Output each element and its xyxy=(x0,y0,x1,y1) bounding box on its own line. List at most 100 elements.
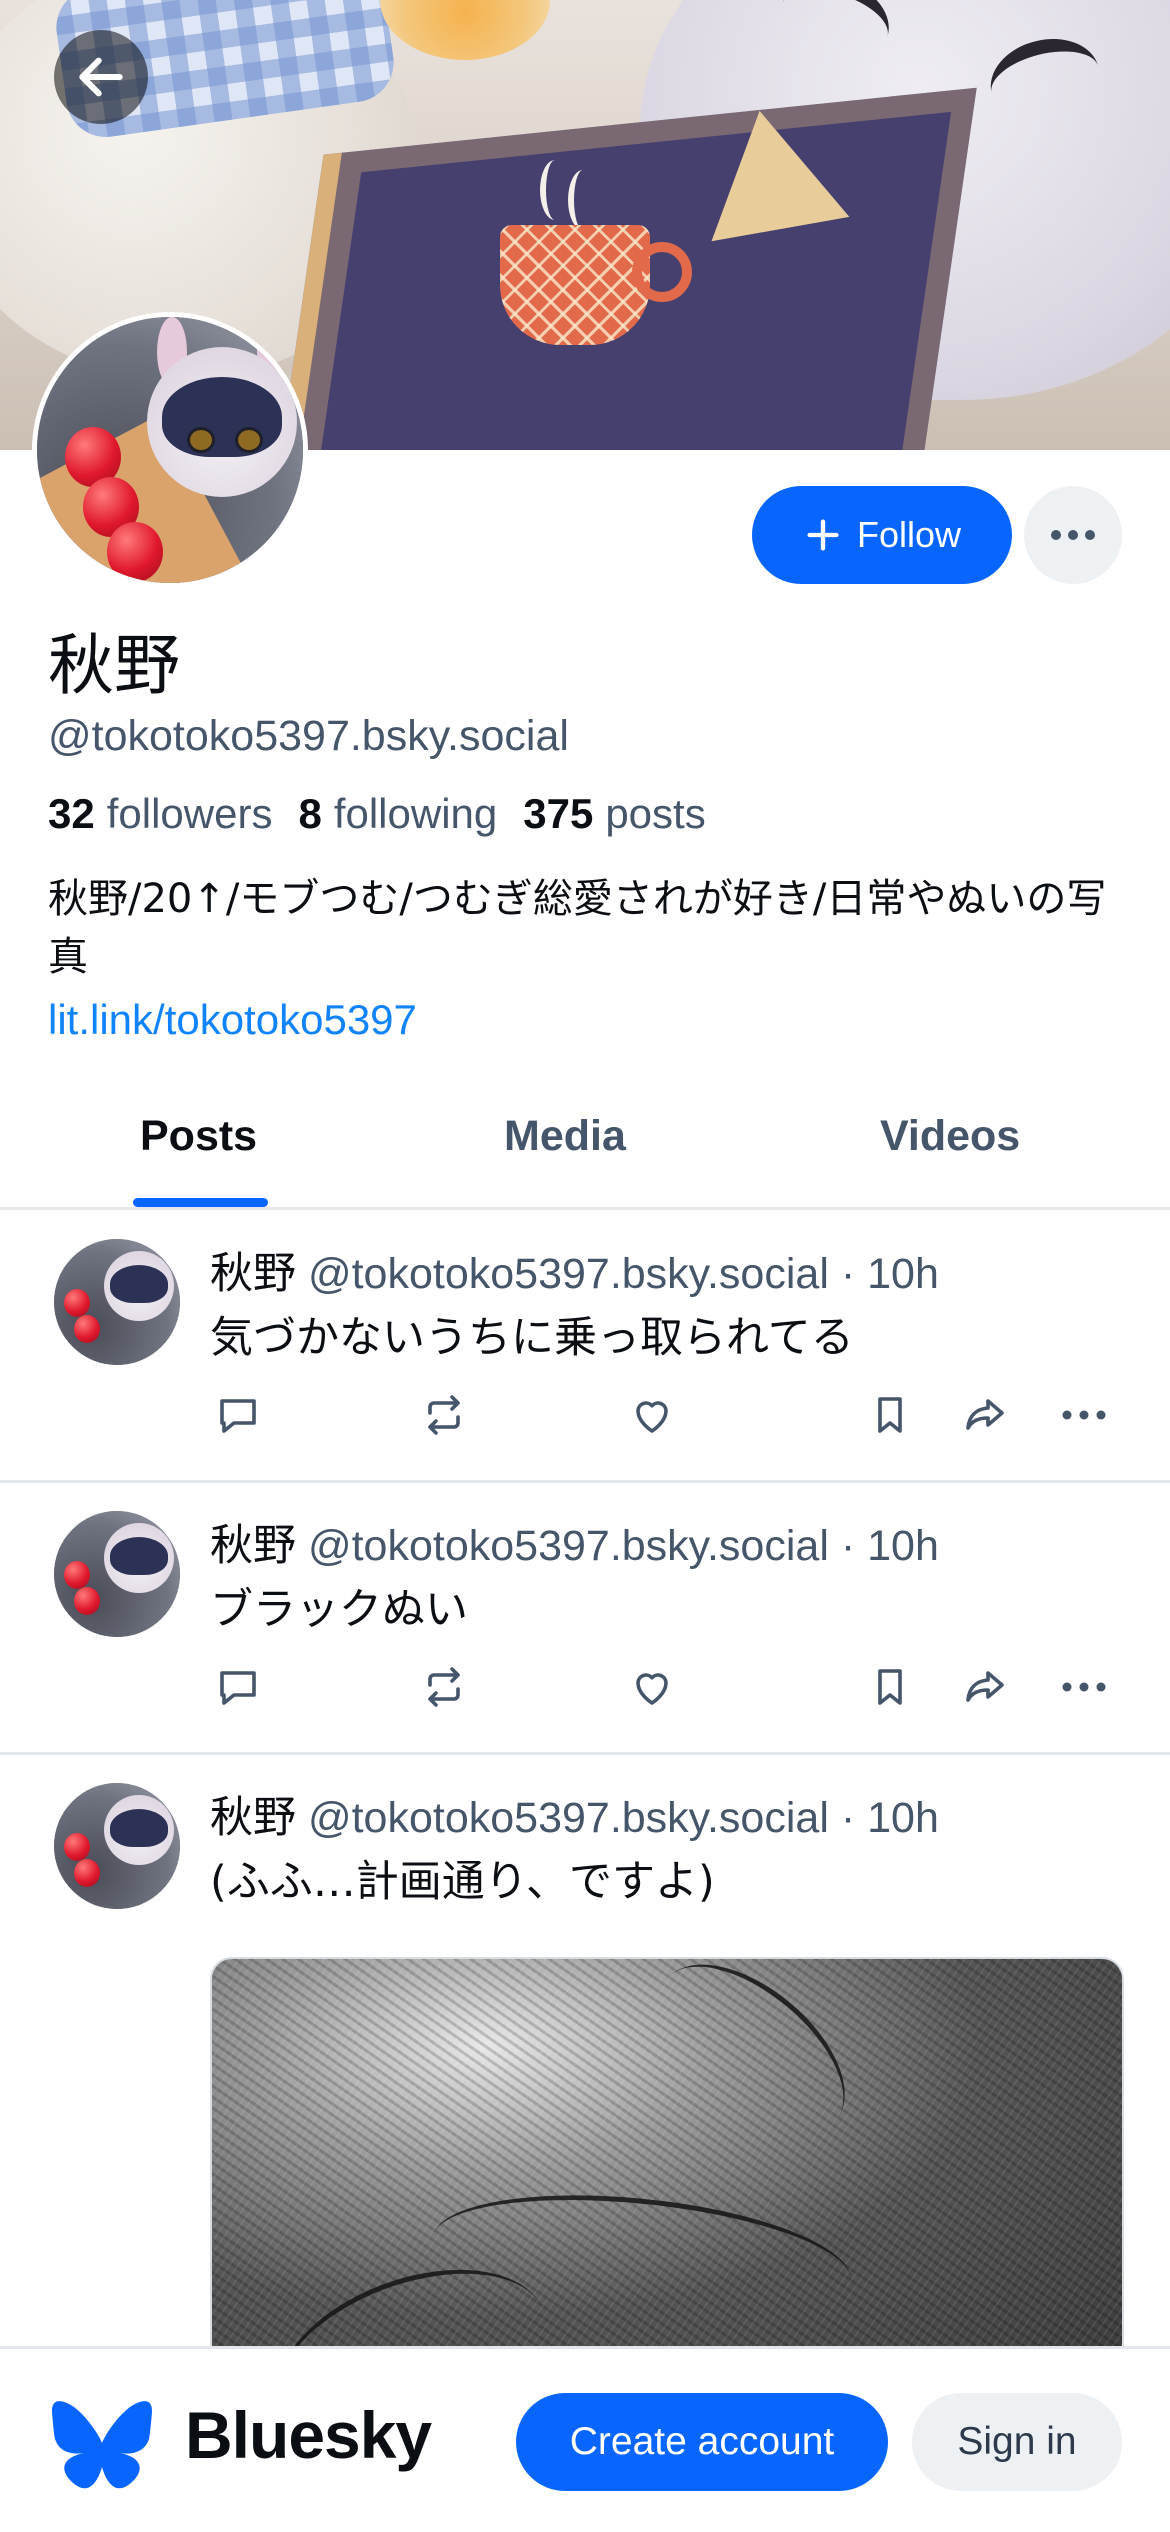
avatar-candied-strawberry xyxy=(64,1833,90,1861)
post-author[interactable]: 秋野 xyxy=(210,1249,296,1299)
more-icon xyxy=(1062,1682,1106,1692)
banner-box-pattern xyxy=(690,98,850,242)
banner-cup-handle xyxy=(632,242,692,302)
reply-button[interactable] xyxy=(210,1659,266,1715)
post-author[interactable]: 秋野 xyxy=(210,1521,296,1571)
banner-coffee-cup xyxy=(500,225,650,345)
meta-separator: · xyxy=(840,1250,856,1298)
avatar-doll-hair xyxy=(162,377,282,457)
plus-icon xyxy=(807,519,839,551)
post-time[interactable]: 10h xyxy=(867,1794,939,1842)
repost-icon xyxy=(428,1667,460,1707)
display-name: 秋野 xyxy=(48,627,180,704)
post-meta: 秋野 @tokotoko5397.bsky.social · 10h xyxy=(210,1783,939,1845)
brand-wordmark: Bluesky xyxy=(185,2398,432,2472)
avatar-doll-eye xyxy=(187,427,215,453)
tab-media[interactable]: Media xyxy=(504,1112,626,1161)
post-handle[interactable]: @tokotoko5397.bsky.social xyxy=(308,1794,829,1842)
share-icon xyxy=(966,1671,1004,1702)
feed-post[interactable]: 秋野 @tokotoko5397.bsky.social · 10h ブラックぬ… xyxy=(0,1485,1170,1755)
butterfly-logo-icon xyxy=(52,2401,152,2489)
like-button[interactable] xyxy=(624,1387,680,1443)
reply-button[interactable] xyxy=(210,1387,266,1443)
follow-button[interactable]: Follow xyxy=(752,486,1012,584)
avatar-doll-eye xyxy=(235,427,263,453)
repost-button[interactable] xyxy=(416,1659,472,1715)
more-icon xyxy=(1051,530,1095,540)
meta-separator: · xyxy=(840,1522,856,1570)
bookmark-button[interactable] xyxy=(862,1659,918,1715)
feed-post[interactable]: 秋野 @tokotoko5397.bsky.social · 10h (ふふ…計… xyxy=(0,1757,1170,2397)
reply-icon xyxy=(220,1671,256,1705)
avatar-candied-strawberry xyxy=(74,1859,100,1887)
more-icon xyxy=(1062,1410,1106,1420)
avatar-candied-strawberry xyxy=(107,522,163,582)
feed-post[interactable]: 秋野 @tokotoko5397.bsky.social · 10h 気づかない… xyxy=(0,1213,1170,1483)
posts-stat: 375 posts xyxy=(523,790,705,838)
avatar-doll-hair xyxy=(110,1537,168,1575)
tab-videos[interactable]: Videos xyxy=(880,1112,1020,1161)
avatar-doll-hair xyxy=(110,1265,168,1303)
back-arrow-icon xyxy=(79,57,123,97)
post-time[interactable]: 10h xyxy=(867,1522,939,1570)
reply-icon xyxy=(220,1399,256,1433)
post-meta: 秋野 @tokotoko5397.bsky.social · 10h xyxy=(210,1239,939,1301)
following-count: 8 xyxy=(298,790,322,837)
post-meta: 秋野 @tokotoko5397.bsky.social · 10h xyxy=(210,1511,939,1573)
post-text: ブラックぬい xyxy=(210,1585,468,1635)
profile-stats: 32 followers 8 following 375 posts xyxy=(48,790,706,838)
banner-steam xyxy=(540,160,570,220)
share-button[interactable] xyxy=(956,1659,1012,1715)
post-more-button[interactable] xyxy=(1056,1387,1112,1443)
post-handle[interactable]: @tokotoko5397.bsky.social xyxy=(308,1522,829,1570)
profile-link[interactable]: lit.link/tokotoko5397 xyxy=(48,996,417,1044)
avatar-candied-strawberry xyxy=(64,1561,90,1589)
sign-in-button[interactable]: Sign in xyxy=(912,2393,1122,2491)
banner-steam xyxy=(568,170,598,230)
post-avatar[interactable] xyxy=(54,1511,180,1637)
post-time[interactable]: 10h xyxy=(867,1250,939,1298)
followers-label: followers xyxy=(106,790,273,837)
post-avatar[interactable] xyxy=(54,1783,180,1909)
like-button[interactable] xyxy=(624,1659,680,1715)
following-stat[interactable]: 8 following xyxy=(298,790,497,838)
avatar-candied-strawberry xyxy=(74,1315,100,1343)
meta-separator: · xyxy=(840,1794,856,1842)
create-account-button[interactable]: Create account xyxy=(516,2393,888,2491)
bookmark-icon xyxy=(878,1397,902,1433)
repost-button[interactable] xyxy=(416,1387,472,1443)
post-handle[interactable]: @tokotoko5397.bsky.social xyxy=(308,1250,829,1298)
profile-avatar[interactable] xyxy=(32,312,308,588)
post-author[interactable]: 秋野 xyxy=(210,1793,296,1843)
following-label: following xyxy=(333,790,498,837)
bottom-signup-bar: Bluesky Create account Sign in xyxy=(0,2346,1170,2532)
post-text: 気づかないうちに乗っ取られてる xyxy=(210,1313,854,1363)
posts-label: posts xyxy=(605,790,706,837)
posts-count: 375 xyxy=(523,790,594,837)
like-icon xyxy=(636,1673,668,1705)
post-avatar[interactable] xyxy=(54,1239,180,1365)
repost-icon xyxy=(428,1395,460,1435)
post-more-button[interactable] xyxy=(1056,1659,1112,1715)
profile-more-button[interactable] xyxy=(1024,486,1122,584)
followers-stat[interactable]: 32 followers xyxy=(48,790,272,838)
avatar-candied-strawberry xyxy=(64,1289,90,1317)
bookmark-button[interactable] xyxy=(862,1387,918,1443)
profile-page: Follow 秋野 @tokotoko5397.bsky.social 32 f… xyxy=(0,0,1170,2532)
post-text: (ふふ…計画通り、ですよ) xyxy=(210,1857,715,1907)
profile-handle: @tokotoko5397.bsky.social xyxy=(48,712,569,760)
avatar-candied-strawberry xyxy=(74,1587,100,1615)
post-image[interactable] xyxy=(210,1957,1124,2397)
share-icon xyxy=(966,1399,1004,1430)
avatar-doll-hair xyxy=(110,1809,168,1847)
like-icon xyxy=(636,1401,668,1433)
active-tab-indicator xyxy=(133,1198,268,1207)
post-actions xyxy=(210,1387,1120,1447)
post-actions xyxy=(210,1659,1120,1719)
banner-peach-item xyxy=(380,0,550,60)
followers-count: 32 xyxy=(48,790,95,837)
back-button[interactable] xyxy=(54,30,148,124)
tab-posts[interactable]: Posts xyxy=(140,1112,257,1161)
share-button[interactable] xyxy=(956,1387,1012,1443)
profile-tabs: Posts Media Videos xyxy=(0,1090,1170,1210)
